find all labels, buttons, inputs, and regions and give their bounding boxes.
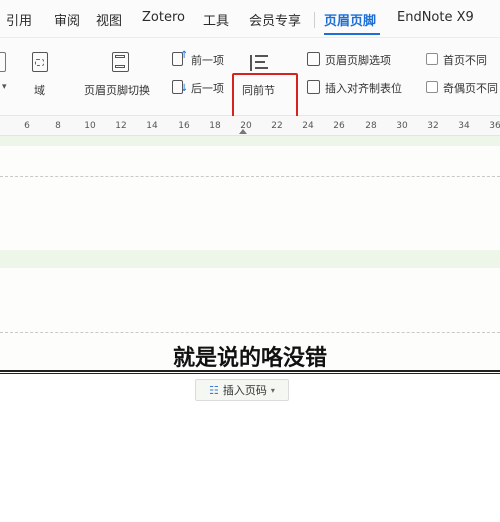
header-boundary	[0, 332, 500, 333]
previous-label: 前一项	[191, 54, 224, 67]
different-odd-even-checkbox[interactable]: 奇偶页不同	[426, 80, 500, 96]
insert-align-tab-icon	[307, 80, 320, 94]
tab-references[interactable]: 引用	[6, 10, 32, 29]
header-area-top	[0, 136, 500, 146]
tab-separator	[314, 12, 315, 28]
ruler-tick: 28	[365, 121, 377, 131]
insert-page-number-button[interactable]: ☷ 插入页码 ▾	[195, 379, 289, 401]
tab-tools[interactable]: 工具	[203, 10, 229, 29]
ruler-tick: 36	[489, 121, 500, 131]
previous-button[interactable]: ↑ 前一项	[172, 50, 230, 68]
header-footer-options-label: 页眉页脚选项	[325, 54, 391, 67]
partial-icon-left[interactable]	[0, 52, 6, 72]
tab-zotero[interactable]: Zotero	[142, 10, 185, 25]
active-tab-indicator	[324, 33, 380, 35]
switch-header-footer-label: 页眉页脚切换	[84, 84, 150, 97]
header-double-rule	[0, 370, 500, 374]
switch-header-footer-button[interactable]: 页眉页脚切换	[84, 50, 160, 108]
page-number-icon: ☷	[209, 383, 219, 397]
ruler-tick: 12	[115, 121, 127, 131]
tab-header-footer[interactable]: 页眉页脚	[324, 10, 376, 29]
ruler-tick: 6	[24, 121, 30, 131]
document-canvas[interactable]: 就是说的咯没错 ☷ 插入页码 ▾	[0, 136, 500, 522]
ruler-tick: 30	[396, 121, 408, 131]
switch-header-footer-icon	[112, 52, 129, 72]
previous-page-footer[interactable]	[0, 146, 500, 250]
tab-review[interactable]: 审阅	[54, 10, 80, 29]
previous-arrow-icon: ↑	[180, 50, 189, 61]
dropdown-caret-icon[interactable]: ▾	[2, 82, 7, 92]
next-button[interactable]: ↓ 后一项	[172, 80, 230, 96]
next-label: 后一项	[191, 82, 224, 95]
ruler[interactable]: 6 8 10 12 14 16 18 20 22 24 26 28 30 32 …	[0, 116, 500, 136]
different-odd-even-box[interactable]	[426, 81, 438, 93]
ruler-tick: 34	[458, 121, 470, 131]
insert-align-tab-button[interactable]: 插入对齐制表位	[307, 80, 417, 96]
ruler-tick: 8	[55, 121, 61, 131]
page-gap	[0, 250, 500, 268]
tab-view[interactable]: 视图	[96, 10, 122, 29]
different-first-page-checkbox[interactable]: 首页不同	[426, 52, 500, 68]
ruler-tick: 32	[427, 121, 439, 131]
ruler-tick: 14	[146, 121, 158, 131]
ruler-tick: 26	[333, 121, 345, 131]
field-label: 域	[34, 84, 45, 97]
insert-page-number-label: 插入页码	[222, 384, 267, 397]
tab-member[interactable]: 会员专享	[249, 10, 301, 29]
footer-boundary	[0, 176, 500, 177]
same-as-previous-icon	[250, 52, 270, 74]
menu-bar: 引用 审阅 视图 Zotero 工具 会员专享 页眉页脚 EndNote X9	[0, 0, 500, 38]
chevron-down-icon: ▾	[270, 385, 275, 395]
field-button[interactable]: 域	[26, 50, 54, 108]
ruler-tick: 24	[302, 121, 314, 131]
insert-align-tab-label: 插入对齐制表位	[325, 82, 402, 95]
ruler-tick: 18	[209, 121, 221, 131]
ruler-indent-marker[interactable]	[239, 129, 247, 134]
ruler-tick: 10	[84, 121, 96, 131]
next-arrow-icon: ↓	[180, 83, 189, 94]
header-text[interactable]: 就是说的咯没错	[0, 340, 500, 372]
different-first-page-label: 首页不同	[443, 54, 487, 67]
ruler-tick: 16	[178, 121, 190, 131]
field-icon	[32, 52, 48, 72]
different-odd-even-label: 奇偶页不同	[443, 82, 498, 95]
header-footer-options-button[interactable]: 页眉页脚选项	[307, 52, 417, 68]
header-footer-options-icon	[307, 52, 320, 66]
ruler-tick: 22	[271, 121, 283, 131]
different-first-page-box[interactable]	[426, 53, 438, 65]
tab-endnote[interactable]: EndNote X9	[397, 10, 474, 25]
ribbon-toolbar: ▾ 域 页眉页脚切换 ↑ 前一项 ↓ 后一项 同前节 页眉页脚选项 插入对齐制表…	[0, 38, 500, 148]
